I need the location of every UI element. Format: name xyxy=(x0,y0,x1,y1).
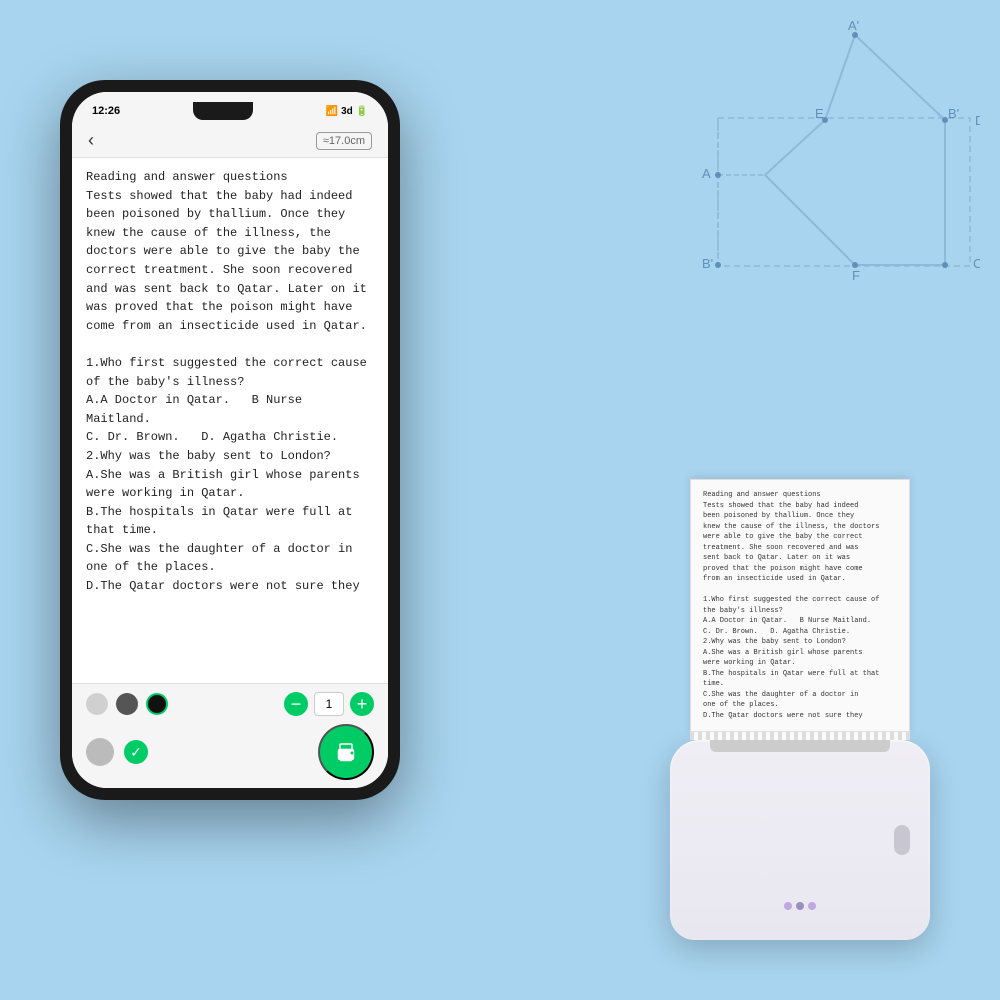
printer-dot-2 xyxy=(796,902,804,910)
qty-plus-btn[interactable]: + xyxy=(350,692,374,716)
printer-container: Reading and answer questions Tests showe… xyxy=(660,479,940,940)
print-icon xyxy=(331,737,361,767)
color-black[interactable] xyxy=(146,693,168,715)
controls-row-2: ✓ xyxy=(86,724,374,780)
color-light[interactable] xyxy=(86,693,108,715)
qty-minus-btn[interactable]: − xyxy=(284,692,308,716)
phone-screen: 12:26 📶 3d 🔋 ‹ ≈17.0cm Reading and answe… xyxy=(72,92,388,788)
svg-text:C: C xyxy=(973,256,980,271)
controls-row-1: − 1 + xyxy=(86,692,374,716)
ruler-info: ≈17.0cm xyxy=(316,132,372,150)
phone-content: Reading and answer questions Tests showe… xyxy=(72,158,388,683)
nav-bar: ‹ ≈17.0cm xyxy=(72,124,388,158)
svg-text:D: D xyxy=(975,113,980,128)
quantity-controls: − 1 + xyxy=(284,692,374,716)
phone-bottom-bar: − 1 + ✓ xyxy=(72,683,388,788)
back-arrow[interactable]: ‹ xyxy=(88,130,94,151)
color-dark[interactable] xyxy=(116,693,138,715)
printer-dot-1 xyxy=(784,902,792,910)
printer-button[interactable] xyxy=(894,825,910,855)
print-button[interactable] xyxy=(318,724,374,780)
geometry-diagram: A' A E B' D B' F C xyxy=(660,20,980,280)
svg-text:B': B' xyxy=(948,106,959,121)
printer-paper-edge xyxy=(690,732,910,740)
svg-text:A': A' xyxy=(848,20,859,33)
check-icon[interactable]: ✓ xyxy=(124,740,148,764)
printer-logo xyxy=(784,902,816,910)
status-icons: 📶 3d 🔋 xyxy=(326,106,368,117)
status-time: 12:26 xyxy=(92,105,120,117)
printer-paper: Reading and answer questions Tests showe… xyxy=(690,479,910,732)
printer-paper-text: Reading and answer questions Tests showe… xyxy=(703,490,897,721)
placeholder-circle xyxy=(86,738,114,766)
bottom-icons: ✓ xyxy=(86,738,148,766)
phone-notch xyxy=(193,102,253,120)
phone-body: 12:26 📶 3d 🔋 ‹ ≈17.0cm Reading and answe… xyxy=(60,80,400,800)
color-options xyxy=(86,693,168,715)
qty-display: 1 xyxy=(314,692,344,716)
svg-text:B': B' xyxy=(702,256,713,271)
printer-slot xyxy=(710,740,890,752)
printer-body xyxy=(670,740,930,940)
svg-text:F: F xyxy=(852,268,860,280)
status-bar: 12:26 📶 3d 🔋 xyxy=(72,92,388,124)
phone: 12:26 📶 3d 🔋 ‹ ≈17.0cm Reading and answe… xyxy=(60,80,400,800)
printer-dot-3 xyxy=(808,902,816,910)
svg-text:A: A xyxy=(702,166,711,181)
